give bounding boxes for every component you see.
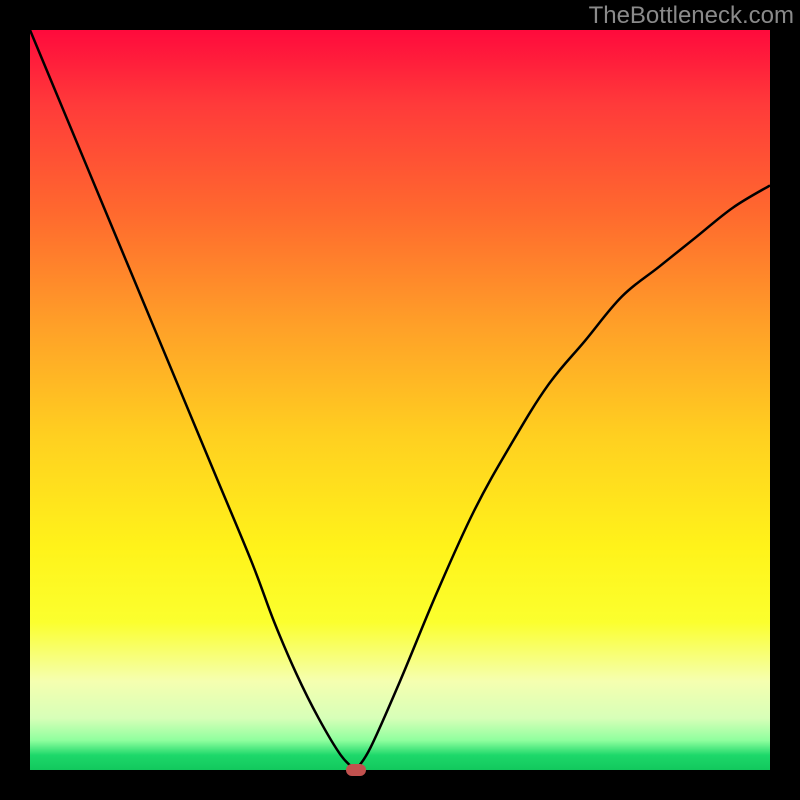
plot-area [30, 30, 770, 770]
curve-right [356, 185, 770, 770]
watermark-text: TheBottleneck.com [589, 2, 794, 30]
curve-svg [30, 30, 770, 770]
chart-container: TheBottleneck.com [0, 0, 800, 800]
optimum-marker [346, 764, 366, 776]
curve-left [30, 30, 356, 770]
